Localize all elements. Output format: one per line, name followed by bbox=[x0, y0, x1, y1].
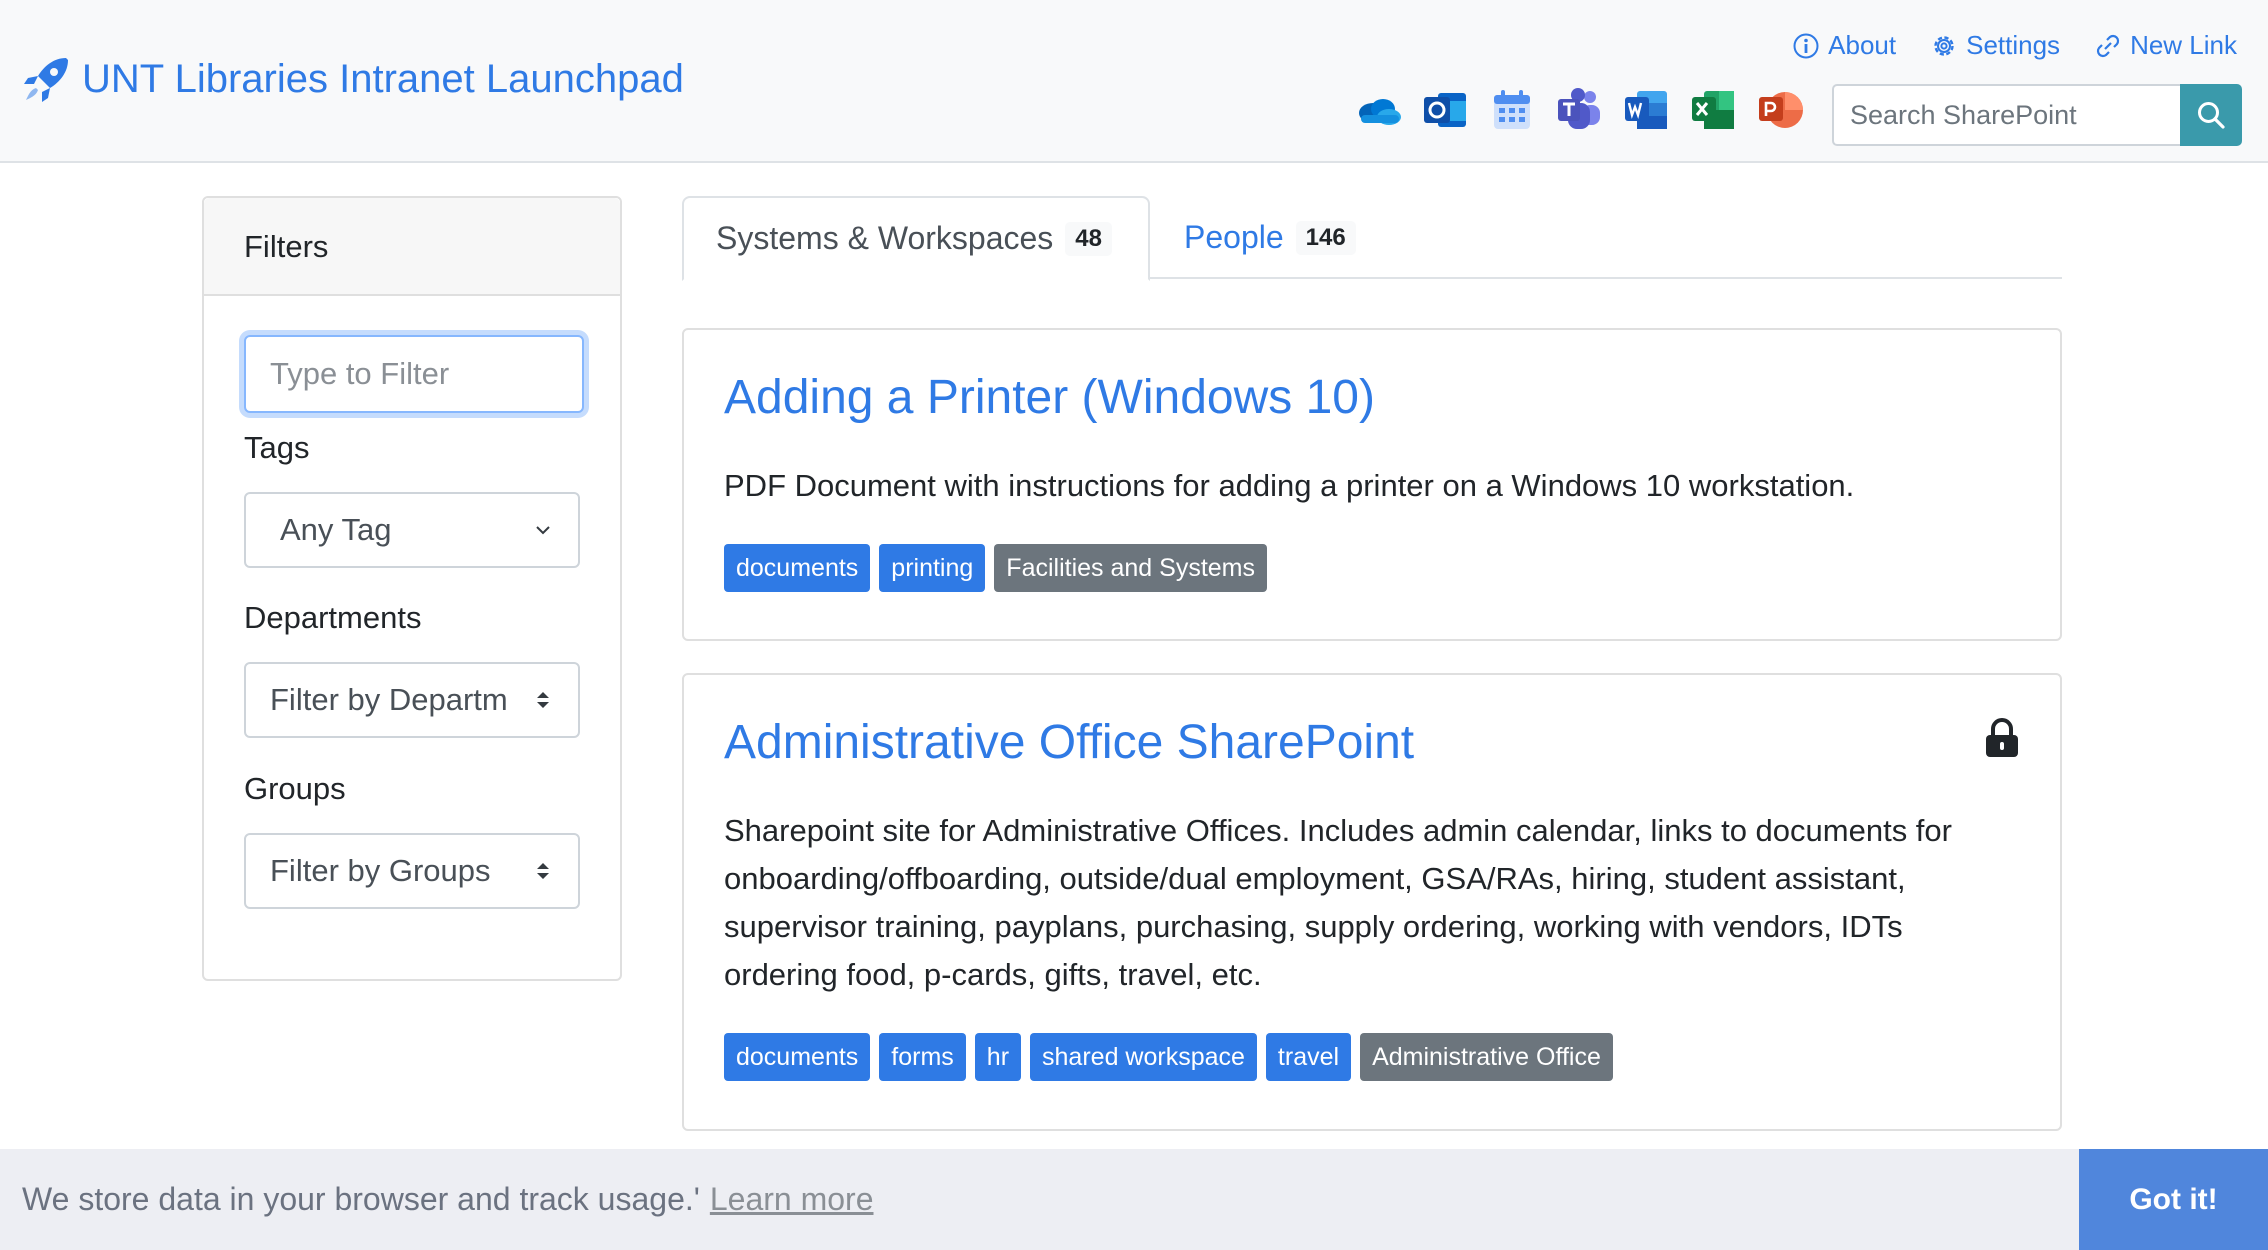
chevron-down-icon bbox=[536, 526, 550, 535]
cookie-message: We store data in your browser and track … bbox=[22, 1181, 874, 1218]
new-link-label: New Link bbox=[2130, 30, 2237, 60]
link-icon bbox=[2096, 34, 2120, 57]
search-icon bbox=[2198, 102, 2225, 129]
info-icon bbox=[1793, 33, 1819, 58]
got-it-button[interactable]: Got it! bbox=[2079, 1149, 2268, 1250]
result-tabs: Systems & Workspaces 48 People 146 bbox=[682, 196, 2062, 281]
top-navbar: UNT Libraries Intranet Launchpad About S… bbox=[0, 0, 2268, 163]
onedrive-icon bbox=[1359, 99, 1401, 125]
department-badge[interactable]: Administrative Office bbox=[1360, 1033, 1613, 1081]
about-label: About bbox=[1828, 30, 1897, 60]
filters-heading: Filters bbox=[204, 198, 620, 296]
sharepoint-search bbox=[1832, 84, 2242, 146]
word-icon bbox=[1625, 91, 1667, 129]
outlook-app[interactable] bbox=[1417, 83, 1473, 137]
card-description: PDF Document with instructions for addin… bbox=[724, 468, 1855, 503]
word-app[interactable] bbox=[1618, 83, 1674, 137]
powerpoint-icon bbox=[1759, 92, 1803, 128]
outlook-icon bbox=[1424, 93, 1466, 127]
tags-label: Tags bbox=[244, 430, 310, 465]
teams-app[interactable] bbox=[1551, 83, 1607, 137]
tag-badge[interactable]: documents bbox=[724, 1033, 871, 1081]
powerpoint-app[interactable] bbox=[1752, 83, 1808, 137]
tag-badge[interactable]: shared workspace bbox=[1030, 1033, 1257, 1081]
tag-badge[interactable]: printing bbox=[879, 544, 986, 592]
about-link[interactable]: About bbox=[1792, 30, 1896, 61]
brand-link[interactable]: UNT Libraries Intranet Launchpad bbox=[20, 52, 684, 106]
card-title-link[interactable]: Administrative Office SharePoint bbox=[724, 715, 1414, 770]
sort-arrows-icon bbox=[537, 692, 549, 708]
count-badge: 48 bbox=[1065, 221, 1112, 256]
departments-label: Departments bbox=[244, 600, 422, 635]
onedrive-app[interactable] bbox=[1350, 83, 1406, 137]
new-link-link[interactable]: New Link bbox=[2094, 30, 2237, 61]
count-badge: 146 bbox=[1295, 220, 1356, 255]
type-to-filter-input[interactable] bbox=[244, 335, 584, 413]
departments-select[interactable]: Filter by Departm bbox=[244, 662, 580, 738]
tab-label: People bbox=[1184, 219, 1284, 255]
filters-panel: Filters Tags Any Tag Departments Filter … bbox=[202, 196, 622, 981]
tags-select[interactable]: Any Tag bbox=[244, 492, 580, 568]
card-tags: documents printing Facilities and System… bbox=[724, 544, 1267, 592]
settings-link[interactable]: Settings bbox=[1930, 30, 2060, 61]
settings-label: Settings bbox=[1966, 30, 2061, 60]
calendar-icon bbox=[1494, 90, 1530, 129]
calendar-app[interactable] bbox=[1484, 83, 1540, 137]
groups-select-value: Filter by Groups bbox=[270, 853, 491, 888]
groups-select[interactable]: Filter by Groups bbox=[244, 833, 580, 909]
excel-app[interactable] bbox=[1685, 83, 1741, 137]
tab-people[interactable]: People 146 bbox=[1152, 196, 1388, 279]
tab-label: Systems & Workspaces bbox=[716, 220, 1054, 256]
top-links: About Settings New Link bbox=[1792, 30, 2237, 61]
tag-badge[interactable]: forms bbox=[879, 1033, 966, 1081]
result-card: Administrative Office SharePoint Sharepo… bbox=[682, 673, 2062, 1131]
cookie-banner: We store data in your browser and track … bbox=[0, 1149, 2268, 1250]
rocket-icon bbox=[24, 58, 68, 102]
card-tags: documents forms hr shared workspace trav… bbox=[724, 1033, 1613, 1081]
excel-icon bbox=[1692, 91, 1734, 129]
sort-arrows-icon bbox=[537, 863, 549, 879]
departments-select-value: Filter by Departm bbox=[270, 682, 508, 717]
gear-icon bbox=[1934, 35, 1954, 56]
tag-badge[interactable]: travel bbox=[1265, 1033, 1352, 1081]
search-input[interactable] bbox=[1832, 84, 2180, 146]
tag-badge[interactable]: documents bbox=[724, 544, 871, 592]
learn-more-link[interactable]: Learn more bbox=[710, 1181, 874, 1217]
brand-title: UNT Libraries Intranet Launchpad bbox=[82, 56, 684, 101]
tab-systems-workspaces[interactable]: Systems & Workspaces 48 bbox=[682, 196, 1150, 281]
department-badge[interactable]: Facilities and Systems bbox=[994, 544, 1267, 592]
card-title-link[interactable]: Adding a Printer (Windows 10) bbox=[724, 370, 1375, 425]
cookie-message-text: We store data in your browser and track … bbox=[22, 1181, 700, 1217]
tags-select-value: Any Tag bbox=[280, 512, 392, 547]
search-button[interactable] bbox=[2180, 84, 2242, 146]
result-card: Adding a Printer (Windows 10) PDF Docume… bbox=[682, 328, 2062, 641]
tag-badge[interactable]: hr bbox=[974, 1033, 1022, 1081]
lock-icon bbox=[1986, 718, 2018, 757]
office-app-bar bbox=[1350, 83, 1808, 137]
groups-label: Groups bbox=[244, 771, 346, 806]
card-description: Sharepoint site for Administrative Offic… bbox=[724, 813, 1952, 992]
teams-icon bbox=[1558, 88, 1600, 129]
